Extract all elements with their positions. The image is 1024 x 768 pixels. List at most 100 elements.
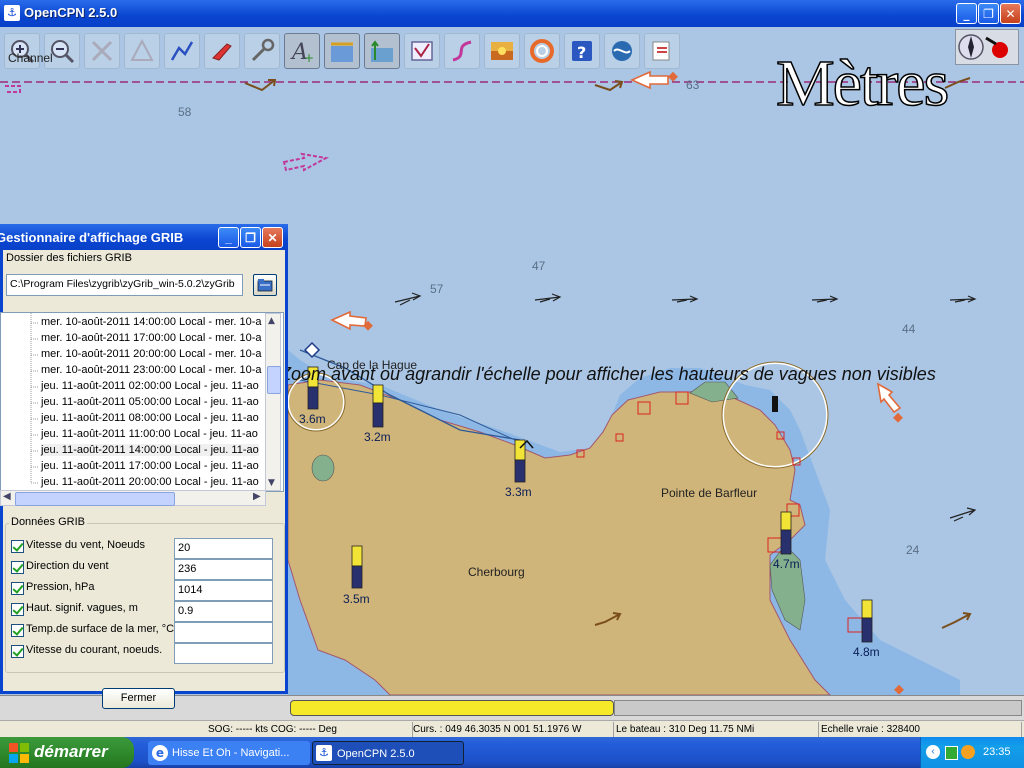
- grib-close-button[interactable]: ✕: [262, 227, 283, 248]
- start-label: démarrer: [34, 742, 108, 761]
- app-tray-icon[interactable]: [961, 745, 975, 759]
- opencpn-task-icon: ⚓: [316, 745, 332, 761]
- grib-record-item[interactable]: mer. 10-août-2011 17:00:00 Local - mer. …: [41, 332, 262, 344]
- sea-temperature-label: Temp.de surface de la mer, °C: [26, 623, 175, 635]
- svg-text:?: ?: [577, 43, 586, 62]
- help-icon[interactable]: ?: [564, 33, 600, 69]
- track-icon[interactable]: [444, 33, 480, 69]
- depth-sounding: 24: [906, 543, 920, 557]
- wave-height-label: 3.6m: [299, 412, 326, 426]
- maximize-button[interactable]: ❐: [978, 3, 999, 24]
- vertical-scrollbar[interactable]: ▲ ▼: [265, 313, 281, 491]
- grib-minimize-button[interactable]: _: [218, 227, 239, 248]
- scroll-right-icon[interactable]: ▶: [253, 491, 261, 502]
- clock: 23:35: [983, 746, 1011, 758]
- grib-record-item[interactable]: jeu. 11-août-2011 11:00:00 Local - jeu. …: [41, 428, 258, 440]
- wave-height-field-label: Haut. signif. vagues, m: [26, 602, 138, 614]
- grib-record-item[interactable]: mer. 10-août-2011 20:00:00 Local - mer. …: [41, 348, 262, 360]
- grib-records-tree[interactable]: mer. 10-août-2011 14:00:00 Local - mer. …: [0, 312, 284, 492]
- wave-visibility-message: Zoom avant ou agrandir l'échelle pour af…: [280, 364, 936, 384]
- scroll-up-icon[interactable]: ▲: [268, 316, 275, 326]
- wave-height-label: 3.3m: [505, 485, 532, 499]
- current-speed-field[interactable]: [174, 643, 273, 664]
- start-button[interactable]: démarrer: [0, 737, 134, 768]
- grib-record-item[interactable]: jeu. 11-août-2011 05:00:00 Local - jeu. …: [41, 396, 259, 408]
- current-icon[interactable]: [364, 33, 400, 69]
- pressure-checkbox[interactable]: [11, 582, 24, 595]
- wind-direction-label: Direction du vent: [26, 560, 109, 572]
- grib-record-item[interactable]: mer. 10-août-2011 14:00:00 Local - mer. …: [41, 316, 262, 328]
- grib-record-item[interactable]: jeu. 11-août-2011 20:00:00 Local - jeu. …: [41, 476, 259, 488]
- grib-dialog-title: Gestionnaire d'affichage GRIB: [0, 230, 184, 245]
- scale-out-icon[interactable]: [124, 33, 160, 69]
- grib-record-item[interactable]: jeu. 11-août-2011 17:00:00 Local - jeu. …: [41, 460, 259, 472]
- color-scheme-icon[interactable]: [484, 33, 520, 69]
- grib-folder-label: Dossier des fichiers GRIB: [6, 252, 132, 264]
- network-icon[interactable]: [945, 746, 958, 760]
- scrollbar-thumb[interactable]: [267, 366, 281, 394]
- wave-height-label: 4.7m: [773, 557, 800, 571]
- sea-temperature-field[interactable]: [174, 622, 273, 643]
- scroll-down-icon[interactable]: ▼: [268, 478, 275, 488]
- browse-folder-button[interactable]: [253, 274, 277, 296]
- wave-height-checkbox[interactable]: [11, 603, 24, 616]
- ship-icon[interactable]: [204, 33, 240, 69]
- horizontal-scrollbar-thumb[interactable]: [15, 492, 175, 506]
- taskbar-item-browser[interactable]: Hisse Et Oh - Navigati...: [148, 741, 310, 765]
- settings-icon[interactable]: [244, 33, 280, 69]
- current-speed-label: Vitesse du courant, noeuds.: [26, 644, 163, 656]
- depth-sounding: 47: [532, 259, 546, 273]
- piano-chart-key[interactable]: [614, 700, 1022, 716]
- sog-cog-status: SOG: ----- kts COG: ----- Deg: [205, 722, 413, 737]
- status-bar: SOG: ----- kts COG: ----- Deg Curs. : 04…: [0, 720, 1024, 738]
- horizontal-scrollbar[interactable]: ◀ ▶: [0, 490, 266, 506]
- ais-icon[interactable]: [404, 33, 440, 69]
- grib-record-item[interactable]: jeu. 11-août-2011 02:00:00 Local - jeu. …: [41, 380, 259, 392]
- compass-widget[interactable]: [955, 29, 1019, 65]
- wind-direction-checkbox[interactable]: [11, 561, 24, 574]
- main-toolbar: A + ?: [0, 30, 710, 72]
- wind-direction-field[interactable]: 236: [174, 559, 273, 580]
- wind-speed-checkbox[interactable]: [11, 540, 24, 553]
- wave-height-field[interactable]: 0.9: [174, 601, 273, 622]
- tide-icon[interactable]: [324, 33, 360, 69]
- sea-temperature-checkbox[interactable]: [11, 624, 24, 637]
- depth-sounding: 57: [430, 282, 444, 296]
- title-bar: ⚓ OpenCPN 2.5.0 _ ❐ ✕: [0, 0, 1024, 27]
- taskbar-item-opencpn[interactable]: OpenCPN 2.5.0: [312, 741, 464, 765]
- bearing-distance-status: Le bateau : 310 Deg 11.75 NMi: [613, 722, 819, 737]
- svg-text:+: +: [304, 51, 314, 64]
- print-icon[interactable]: [644, 33, 680, 69]
- grib-record-item-selected[interactable]: jeu. 11-août-2011 14:00:00 Local - jeu. …: [41, 444, 259, 456]
- piano-chart-key-active[interactable]: [290, 700, 614, 716]
- scale-in-icon[interactable]: [84, 33, 120, 69]
- route-icon[interactable]: [164, 33, 200, 69]
- wave-height-label: 3.2m: [364, 430, 391, 444]
- chart-name-label: Channel: [8, 51, 53, 65]
- grib-folder-path-field[interactable]: C:\Program Files\zygrib\zyGrib_win-5.0.2…: [6, 274, 243, 296]
- close-grib-button[interactable]: Fermer: [102, 688, 175, 709]
- system-tray: ‹ 23:35: [920, 737, 1024, 768]
- wave-height-label: 3.5m: [343, 592, 370, 606]
- wind-speed-field[interactable]: 20: [174, 538, 273, 559]
- scroll-left-icon[interactable]: ◀: [3, 491, 11, 502]
- pressure-field[interactable]: 1014: [174, 580, 273, 601]
- place-label-barfleur: Pointe de Barfleur: [661, 486, 758, 500]
- minimize-button[interactable]: _: [956, 3, 977, 24]
- mob-icon[interactable]: [524, 33, 560, 69]
- grib-data-label: Données GRIB: [9, 516, 87, 528]
- wind-speed-label: Vitesse du vent, Noeuds: [26, 539, 146, 551]
- window-title: OpenCPN 2.5.0: [24, 5, 118, 20]
- text-icon[interactable]: A +: [284, 33, 320, 69]
- grib-dialog-title-bar[interactable]: Gestionnaire d'affichage GRIB _ ❐ ✕: [0, 224, 288, 250]
- opencpn-app-icon[interactable]: ⚓: [4, 5, 20, 21]
- grib-record-item[interactable]: jeu. 11-août-2011 08:00:00 Local - jeu. …: [41, 412, 259, 424]
- current-speed-checkbox[interactable]: [11, 645, 24, 658]
- grib-record-item[interactable]: mer. 10-août-2011 23:00:00 Local - mer. …: [41, 364, 262, 376]
- close-button[interactable]: ✕: [1000, 3, 1021, 24]
- tray-expand-icon[interactable]: ‹: [926, 745, 940, 759]
- ie-icon: e: [152, 745, 168, 761]
- depth-sounding: 44: [902, 322, 916, 336]
- globe-icon[interactable]: [604, 33, 640, 69]
- grib-maximize-button[interactable]: ❐: [240, 227, 261, 248]
